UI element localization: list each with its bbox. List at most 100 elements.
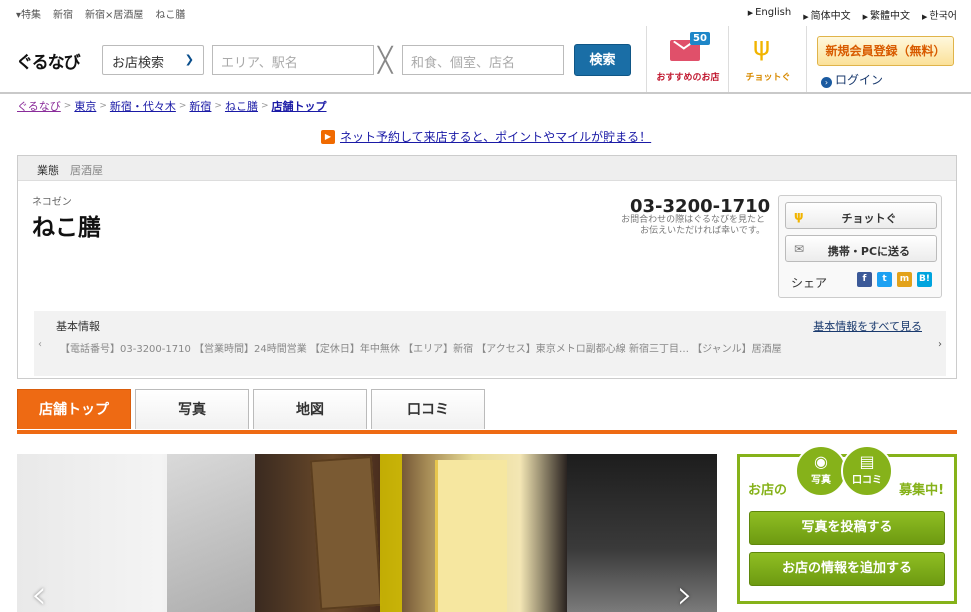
language-links: ▶ English ▶ 简体中文 ▶ 繁體中文 ▶ 한국어: [748, 7, 957, 22]
recommend-mail-button[interactable]: 50 おすすめのお店: [650, 32, 726, 88]
tab-underline: [17, 430, 957, 434]
basic-info-all-link[interactable]: 基本情報をすべて見る: [813, 318, 922, 334]
mixi-icon[interactable]: m: [897, 272, 912, 287]
breadcrumb-shinjuku-yoyogi[interactable]: 新宿・代々木: [110, 98, 176, 114]
phone-note-line: お伝えいただければ幸いです。: [640, 226, 765, 236]
action-box: ψ チョットぐ ✉ 携帯・PCに送る シェア f t m B!: [778, 195, 942, 298]
photo-banner: [380, 454, 402, 612]
photo-badge: ◉ 写真: [795, 445, 847, 497]
category-value: 居酒屋: [70, 164, 103, 177]
add-info-button[interactable]: お店の情報を追加する: [749, 552, 945, 586]
promo-link[interactable]: ネット予約して来店すると、ポイントやマイルが貯まる！: [340, 128, 651, 145]
feature-links: ▾特集 新宿 新宿×居酒屋 ねこ膳: [16, 6, 185, 21]
breadcrumb-separator-icon: >: [214, 101, 222, 111]
phone-note: お問合わせの際はぐるなびを見たと お伝えいただければ幸いです。: [605, 215, 765, 237]
chevron-right-icon: ▶: [862, 13, 868, 21]
breadcrumb-shop[interactable]: ねこ膳: [225, 98, 258, 114]
promo-banner: ▶ ネット予約して来店すると、ポイントやマイルが貯まる！: [321, 128, 651, 145]
post-photo-button[interactable]: 写真を投稿する: [749, 511, 945, 545]
photo-slide[interactable]: [255, 454, 567, 612]
hatena-bookmark-icon[interactable]: B!: [917, 272, 932, 287]
search-type-value: お店検索: [112, 56, 165, 71]
search-button[interactable]: 検索: [574, 44, 631, 76]
mail-count-badge: 50: [690, 32, 710, 45]
area-input[interactable]: エリア、駅名: [212, 45, 374, 75]
lang-simplified-chinese[interactable]: ▶ 简体中文: [803, 7, 850, 22]
photo-board: [435, 460, 507, 612]
review-badge-label: 口コミ: [852, 475, 882, 486]
chotto-label: チョットぐ: [745, 73, 791, 83]
photo-slider: ‹ ›: [17, 454, 717, 612]
arrow-right-icon: ›: [821, 77, 832, 88]
lang-korean[interactable]: ▶ 한국어: [922, 7, 957, 22]
tab-map[interactable]: 地図: [253, 389, 367, 429]
search-type-select[interactable]: お店検索 ❯: [102, 45, 204, 75]
site-header: ぐるなび お店検索 ❯ エリア、駅名 ╳ 和食、個室、店名 検索 50 おすすめ…: [0, 26, 971, 94]
shop-kana: ネコゼン: [32, 197, 72, 208]
facebook-icon[interactable]: f: [857, 272, 872, 287]
tab-photos[interactable]: 写真: [135, 389, 249, 429]
feature-link[interactable]: 新宿×居酒屋: [85, 6, 143, 21]
camera-icon: ◉: [814, 452, 828, 471]
category-label: 業態: [37, 164, 59, 177]
breadcrumb-tokyo[interactable]: 東京: [74, 98, 96, 114]
breadcrumb: ぐるなび > 東京 > 新宿・代々木 > 新宿 > ねこ膳 > 店舗トップ: [17, 98, 327, 114]
phone-note-line: お問合わせの際はぐるなびを見たと: [621, 215, 765, 225]
chevron-down-icon: ❯: [184, 53, 194, 66]
lang-traditional-chinese[interactable]: ▶ 繁體中文: [863, 7, 910, 22]
arrow-left-icon[interactable]: ‹: [38, 339, 42, 350]
contribution-title-left: お店の: [748, 483, 788, 498]
site-logo[interactable]: ぐるなび: [16, 48, 81, 73]
tab-reviews[interactable]: 口コミ: [371, 389, 485, 429]
category-bar: 業態 居酒屋: [18, 156, 956, 181]
keyword-input[interactable]: 和食、個室、店名: [402, 45, 564, 75]
feature-link[interactable]: ねこ膳: [155, 6, 185, 21]
shop-panel: 業態 居酒屋 ネコゼン ねこ膳 03-3200-1710 お問合わせの際はぐるな…: [17, 155, 957, 379]
comment-icon: ▤: [859, 452, 875, 471]
tab-shop-top[interactable]: 店舗トップ: [17, 389, 131, 429]
breadcrumb-shinjuku[interactable]: 新宿: [189, 98, 211, 114]
fork-spoon-icon: ψ: [753, 32, 771, 62]
lang-label: English: [755, 7, 792, 18]
chevron-right-icon: ▶: [922, 13, 928, 21]
lang-label: 简体中文: [810, 11, 851, 22]
register-button[interactable]: 新規会員登録（無料）: [817, 36, 954, 66]
divider: [728, 26, 729, 92]
chotto-save-button[interactable]: ψ チョットぐ: [785, 202, 937, 229]
divider: [806, 26, 807, 92]
chevron-right-icon: ▶: [747, 9, 754, 17]
twitter-icon[interactable]: t: [877, 272, 892, 287]
photo-slide[interactable]: [567, 454, 717, 612]
divider: [646, 26, 647, 92]
chevron-right-icon: ▶: [803, 13, 809, 21]
chotto-save-label: チョットぐ: [841, 212, 897, 225]
lang-label: 繁體中文: [870, 11, 910, 22]
shop-phone: 03-3200-1710: [630, 196, 771, 217]
play-icon: ▶: [321, 129, 335, 144]
photo-board: [309, 456, 383, 610]
send-to-device-label: 携帯・PCに送る: [827, 245, 911, 258]
slider-prev-icon[interactable]: ‹: [31, 572, 47, 612]
chotto-button[interactable]: ψ チョットぐ: [735, 30, 801, 88]
mail-label: おすすめのお店: [656, 73, 720, 83]
send-to-device-button[interactable]: ✉ 携帯・PCに送る: [785, 235, 937, 262]
top-strip: ▾特集 新宿 新宿×居酒屋 ねこ膳 ▶ English ▶ 简体中文 ▶ 繁體中文 ▶…: [0, 0, 971, 26]
feature-link[interactable]: ▾特集: [16, 6, 41, 21]
login-link[interactable]: › ログイン: [821, 71, 883, 88]
breadcrumb-current: 店舗トップ: [271, 100, 327, 113]
times-icon: ╳: [378, 46, 393, 74]
photo-badge-label: 写真: [811, 475, 831, 486]
breadcrumb-separator-icon: >: [99, 101, 107, 111]
basic-info-label: 基本情報: [56, 320, 100, 333]
lang-english[interactable]: ▶ English: [748, 7, 792, 22]
contribution-box: お店の ◉ 写真 ▤ 口コミ 募集中! 写真を投稿する お店の情報を追加する: [737, 445, 957, 604]
share-label: シェア: [791, 276, 828, 290]
basic-info: 基本情報 基本情報をすべて見る ‹ 【電話番号】03-3200-1710 【営業…: [34, 311, 946, 376]
basic-info-summary: 【電話番号】03-3200-1710 【営業時間】24時間営業 【定休日】年中無…: [60, 344, 782, 355]
slider-next-icon[interactable]: ›: [677, 572, 693, 612]
arrow-right-icon[interactable]: ›: [938, 339, 942, 350]
breadcrumb-separator-icon: >: [178, 101, 187, 111]
breadcrumb-gnavi[interactable]: ぐるなび: [17, 98, 61, 114]
photo-shadow: [167, 454, 257, 612]
feature-link[interactable]: 新宿: [53, 6, 73, 21]
